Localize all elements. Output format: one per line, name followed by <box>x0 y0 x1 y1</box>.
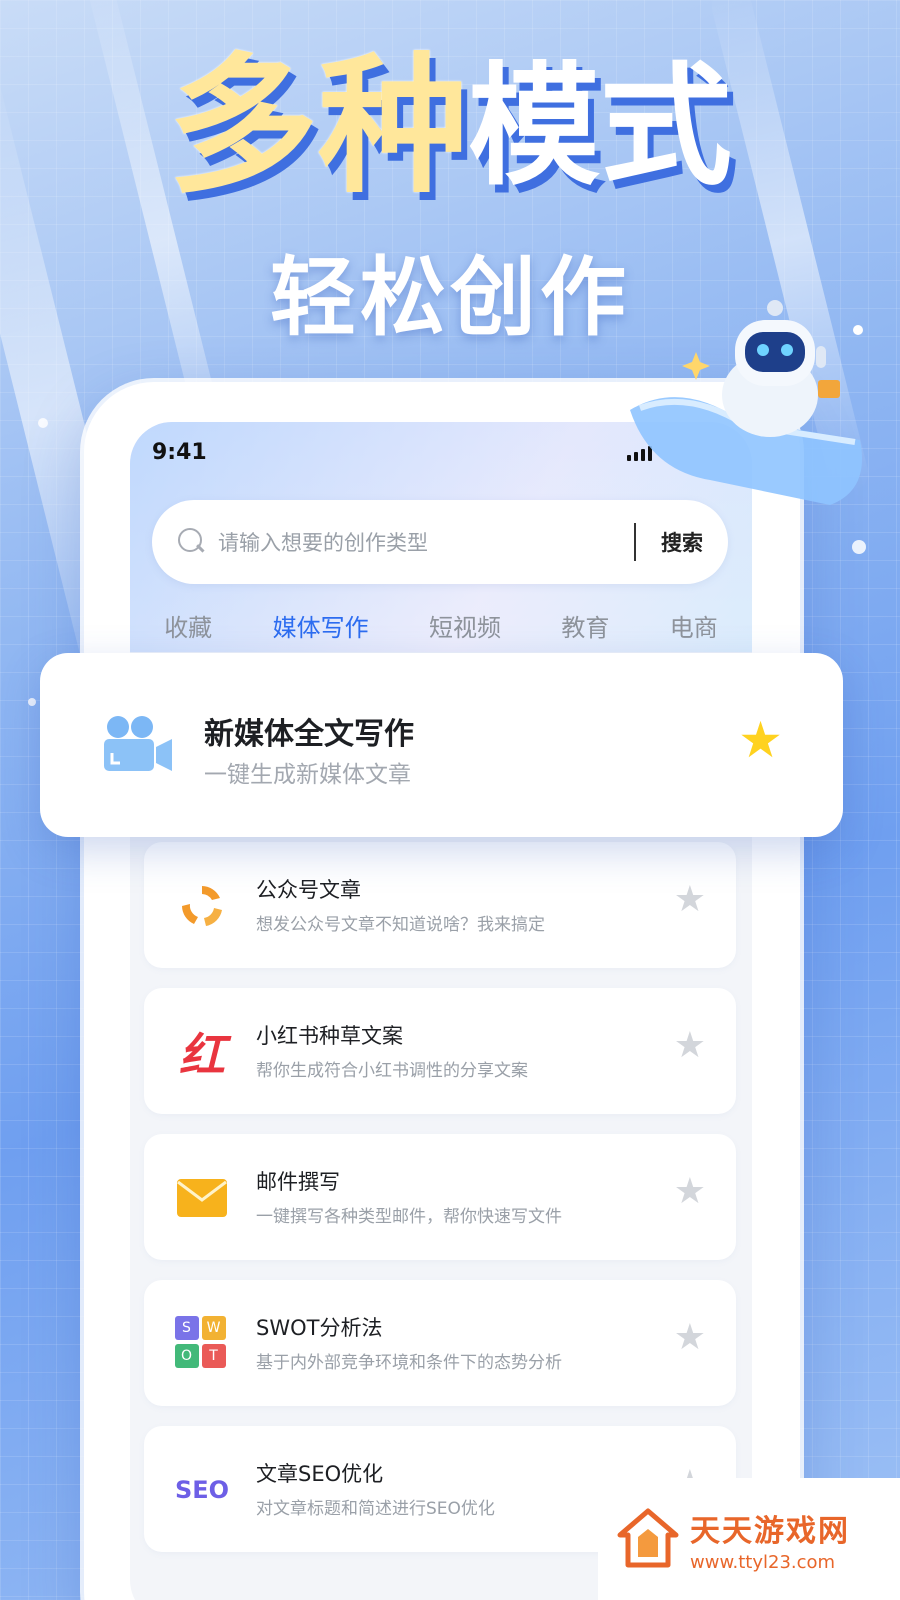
tab-ecommerce[interactable]: 电商 <box>670 608 718 657</box>
item-desc: 帮你生成符合小红书调性的分享文案 <box>256 1061 528 1081</box>
list-item[interactable]: S W O T SWOT分析法 基于内外部竞争环境和条件下的态势分析 ★ <box>144 1280 736 1406</box>
star-icon[interactable]: ★ <box>738 715 783 765</box>
template-list: 公众号文章 想发公众号文章不知道说啥？我来搞定 ★ 红 小红书种草文案 帮你生成… <box>144 842 736 1572</box>
item-title: 公众号文章 <box>256 878 361 902</box>
sparkle <box>852 540 866 554</box>
xiaohongshu-icon-text: 红 <box>179 1028 225 1082</box>
swot-icon: S W O T <box>174 1316 226 1368</box>
watermark-url: www.ttyl23.com <box>690 1551 836 1573</box>
item-title: 文章SEO优化 <box>256 1462 384 1486</box>
featured-title: 新媒体全文写作 <box>204 717 414 752</box>
swot-w: W <box>201 1316 226 1341</box>
item-desc: 基于内外部竞争环境和条件下的态势分析 <box>256 1353 562 1373</box>
swot-s: S <box>174 1316 199 1341</box>
headline-part1: 多种 <box>167 40 468 214</box>
item-title: 小红书种草文案 <box>256 1024 403 1048</box>
item-title: SWOT分析法 <box>256 1316 383 1340</box>
watermark-logo-icon <box>617 1508 679 1568</box>
wechat-official-icon <box>174 878 230 934</box>
item-desc: 想发公众号文章不知道说啥？我来搞定 <box>256 915 545 935</box>
star-icon[interactable]: ★ <box>674 1320 706 1356</box>
swot-o: O <box>174 1343 199 1368</box>
swot-t: T <box>201 1343 226 1368</box>
featured-card[interactable]: 新媒体全文写作 一键生成新媒体文章 ★ <box>40 653 843 837</box>
search-input[interactable]: 请输入想要的创作类型 <box>218 527 634 557</box>
seo-icon-text: SEO <box>174 1476 230 1504</box>
watermark-name: 天天游戏网 <box>690 1513 850 1549</box>
star-icon[interactable]: ★ <box>674 1174 706 1210</box>
item-desc: 一键撰写各种类型邮件，帮你快速写文件 <box>256 1207 562 1227</box>
xiaohongshu-icon: 红 <box>174 1024 230 1082</box>
category-tabs: 收藏 媒体写作 短视频 教育 电商 <box>130 608 752 657</box>
sparkle <box>28 698 36 706</box>
list-item[interactable]: 邮件撰写 一键撰写各种类型邮件，帮你快速写文件 ★ <box>144 1134 736 1260</box>
search-button[interactable]: 搜索 <box>636 527 728 557</box>
item-title: 邮件撰写 <box>256 1170 340 1194</box>
seo-icon: SEO <box>174 1462 230 1518</box>
star-icon[interactable]: ★ <box>674 882 706 918</box>
list-item[interactable]: 公众号文章 想发公众号文章不知道说啥？我来搞定 ★ <box>144 842 736 968</box>
tab-media-writing[interactable]: 媒体写作 <box>273 608 369 657</box>
search-icon <box>178 528 206 556</box>
star-icon[interactable]: ★ <box>674 1028 706 1064</box>
sparkle <box>38 418 48 428</box>
robot-mascot-illustration <box>620 290 880 520</box>
tab-favorites[interactable]: 收藏 <box>164 608 212 657</box>
tab-short-video[interactable]: 短视频 <box>429 608 501 657</box>
phone-screen: 9:41 请输入想要的创作类型 搜索 收藏 媒体写作 短视频 教育 电商 公众号… <box>130 422 752 1600</box>
featured-desc: 一键生成新媒体文章 <box>204 762 411 788</box>
status-time: 9:41 <box>152 440 207 465</box>
mail-envelope-icon <box>174 1170 230 1226</box>
headline-part2: 模式 <box>468 50 732 204</box>
tab-education[interactable]: 教育 <box>561 608 609 657</box>
video-camera-icon <box>102 713 174 775</box>
list-item[interactable]: 红 小红书种草文案 帮你生成符合小红书调性的分享文案 ★ <box>144 988 736 1114</box>
site-watermark: 天天游戏网 www.ttyl23.com <box>598 1478 900 1600</box>
item-desc: 对文章标题和简述进行SEO优化 <box>256 1499 495 1519</box>
